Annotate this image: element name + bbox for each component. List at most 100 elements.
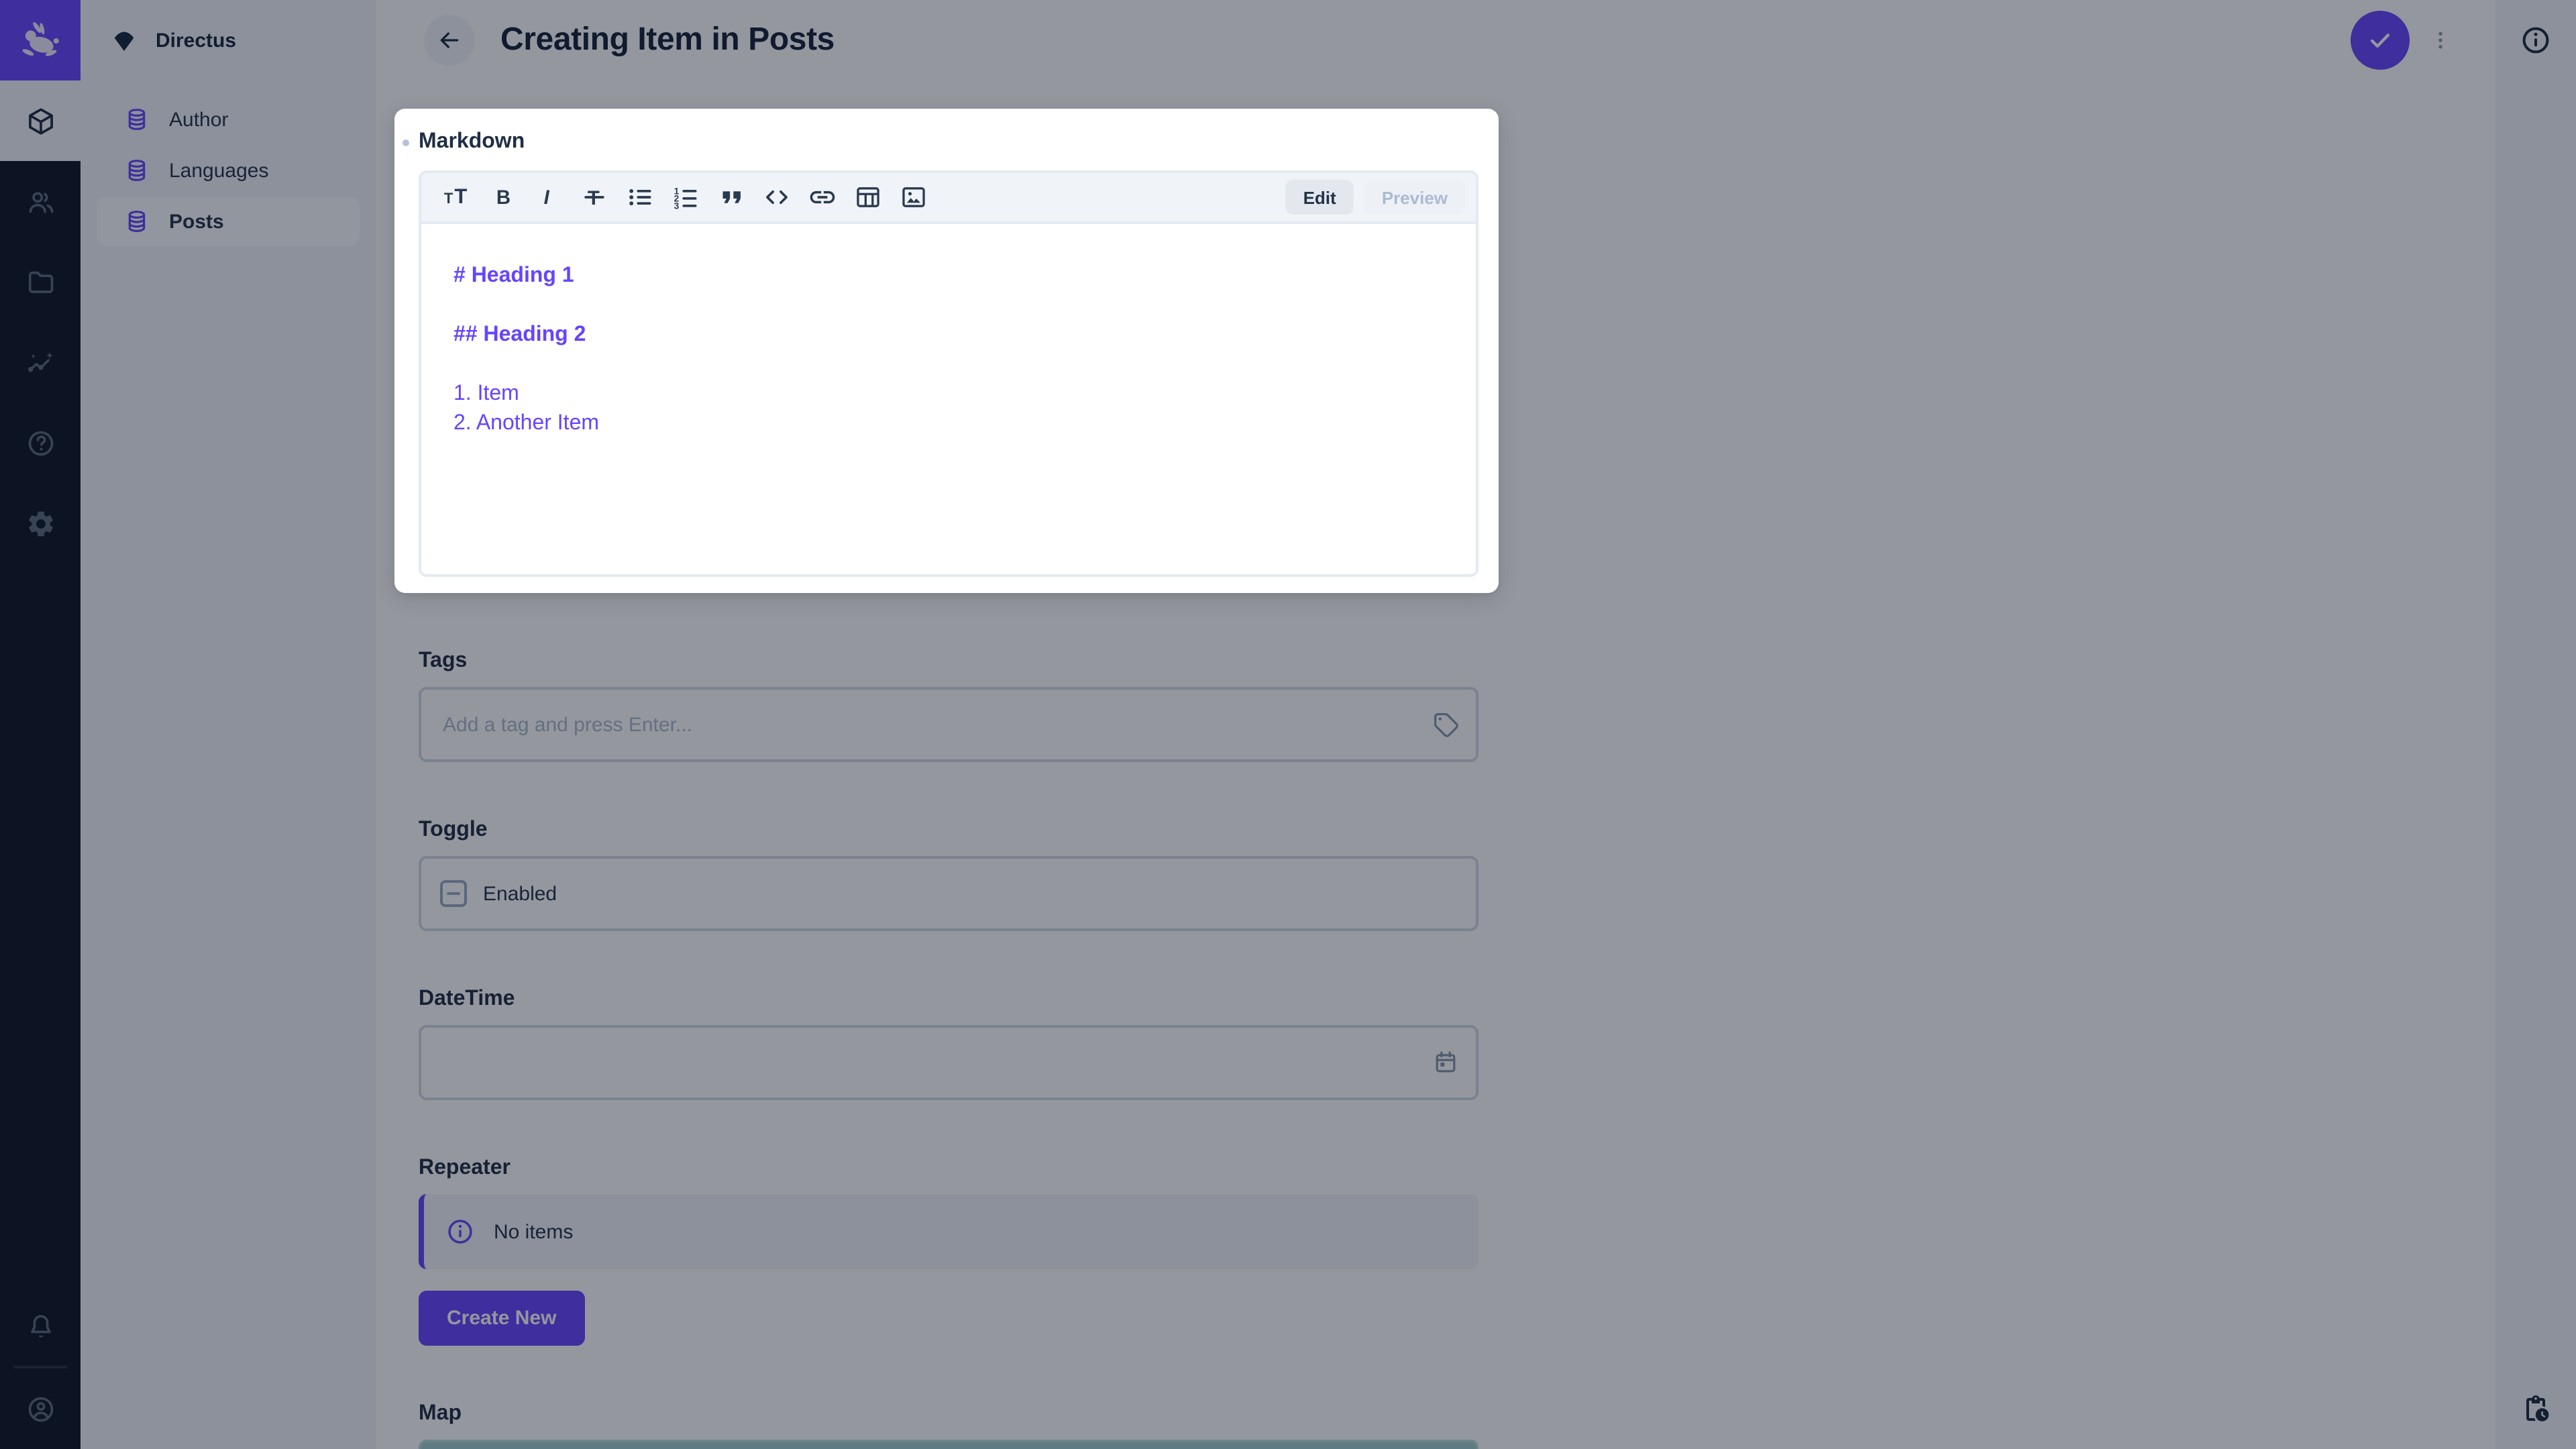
- folder-icon: [28, 270, 53, 292]
- blockquote-button[interactable]: [708, 177, 754, 217]
- field-label-datetime: DateTime: [419, 987, 515, 1010]
- tags-field: Tags: [419, 647, 1479, 762]
- account-icon: [28, 1396, 53, 1421]
- item-form: Markdown TT B I 1 2 3 Edit Preview # Hea…: [376, 80, 2496, 1449]
- database-icon: [123, 106, 150, 133]
- italic-button[interactable]: I: [526, 177, 572, 217]
- database-icon: [123, 157, 150, 184]
- sidebar-item-languages[interactable]: Languages: [97, 146, 360, 195]
- image-icon: [902, 187, 925, 207]
- tags-input[interactable]: [419, 687, 1479, 762]
- svg-text:T: T: [444, 190, 453, 207]
- sidebar-item-posts[interactable]: Posts: [97, 197, 360, 246]
- toggle-value-label: Enabled: [483, 882, 557, 905]
- numbered-list-button[interactable]: 1 2 3: [663, 177, 708, 217]
- app-root: Directus Author Languages Posts Creating…: [0, 0, 2576, 1449]
- markdown-editor-content[interactable]: # Heading 1 ## Heading 2 1. Item 2. Anot…: [421, 224, 1476, 574]
- tab-preview[interactable]: Preview: [1364, 180, 1465, 215]
- user-avatar-button[interactable]: [0, 1368, 80, 1449]
- directus-logo[interactable]: [0, 0, 80, 80]
- strikethrough-icon: T: [584, 187, 604, 209]
- code-button[interactable]: [754, 177, 800, 217]
- kebab-menu-icon: [2438, 32, 2443, 49]
- module-files[interactable]: [0, 241, 80, 322]
- repeater-empty-text: No items: [494, 1220, 574, 1243]
- svg-text:I: I: [544, 186, 550, 209]
- module-help[interactable]: [0, 402, 80, 483]
- code-icon: [766, 190, 788, 205]
- sidebar-item-label: Languages: [169, 159, 269, 182]
- info-sidebar-button[interactable]: [2508, 12, 2564, 68]
- module-content[interactable]: [0, 80, 80, 161]
- people-icon: [28, 191, 53, 213]
- box-icon: [28, 107, 52, 134]
- svg-text:T: T: [454, 184, 467, 208]
- tag-icon: [1432, 710, 1460, 739]
- settings-icon: [28, 511, 52, 536]
- markdown-field-card: Markdown TT B I 1 2 3 Edit Preview # Hea…: [394, 109, 1499, 593]
- markdown-toolbar: TT B I T: [421, 173, 1476, 224]
- header-actions: [2351, 11, 2455, 70]
- help-icon: [28, 430, 53, 455]
- module-bar-bottom: [0, 1285, 80, 1449]
- module-settings[interactable]: [0, 483, 80, 564]
- toggle-field: Toggle Enabled: [419, 816, 1479, 931]
- project-logo-icon: [114, 31, 134, 51]
- info-circle-icon: [445, 1217, 475, 1246]
- module-users[interactable]: [0, 161, 80, 241]
- image-button[interactable]: [891, 177, 936, 217]
- table-icon: [857, 187, 879, 207]
- notifications-button[interactable]: [0, 1285, 80, 1366]
- text-size-button[interactable]: TT: [435, 177, 480, 217]
- module-insights[interactable]: [0, 322, 80, 402]
- arrow-left-icon: [440, 32, 459, 48]
- bold-button[interactable]: B: [480, 177, 526, 217]
- tags-input-wrap: [419, 687, 1479, 762]
- project-switcher[interactable]: Directus: [80, 0, 376, 80]
- svg-text:3: 3: [674, 201, 680, 211]
- sidebar-item-author[interactable]: Author: [97, 95, 360, 144]
- datetime-input-wrap: [419, 1025, 1479, 1100]
- checkbox-indeterminate[interactable]: [440, 880, 467, 907]
- save-button[interactable]: [2351, 11, 2410, 70]
- field-label-map: Map: [419, 1402, 462, 1425]
- datetime-input[interactable]: [419, 1025, 1479, 1100]
- sidebar-item-label: Posts: [169, 210, 224, 233]
- markdown-line: 1. Item: [453, 382, 519, 405]
- svg-text:B: B: [496, 186, 511, 209]
- bell-icon: [30, 1314, 50, 1337]
- link-icon: [810, 191, 835, 204]
- field-edited-dot: [402, 140, 409, 146]
- field-label-toggle: Toggle: [419, 818, 488, 841]
- revisions-sidebar-button[interactable]: [2508, 1381, 2564, 1437]
- database-icon: [123, 208, 150, 235]
- calendar-icon[interactable]: [1432, 1049, 1460, 1077]
- page-title: Creating Item in Posts: [500, 21, 835, 58]
- insights-icon: [27, 351, 53, 372]
- field-label-tags: Tags: [419, 649, 468, 672]
- module-bar: [0, 0, 80, 1449]
- field-label-repeater: Repeater: [419, 1157, 511, 1179]
- info-icon: [2522, 27, 2549, 54]
- blockquote-icon: [722, 191, 741, 203]
- markdown-line: 2. Another Item: [453, 412, 600, 435]
- more-options-button[interactable]: [2426, 23, 2455, 58]
- back-button[interactable]: [424, 15, 475, 66]
- numbered-list-icon: 1 2 3: [674, 186, 697, 211]
- markdown-line: ## Heading 2: [453, 323, 586, 346]
- toggle-control[interactable]: Enabled: [419, 856, 1479, 931]
- page-header: Creating Item in Posts: [376, 0, 2496, 80]
- map-canvas[interactable]: [419, 1440, 1479, 1449]
- italic-icon: I: [544, 186, 550, 209]
- strikethrough-button[interactable]: T: [572, 177, 617, 217]
- rabbit-logo-icon: [22, 21, 59, 56]
- link-button[interactable]: [800, 177, 845, 217]
- tab-edit[interactable]: Edit: [1285, 180, 1354, 215]
- markdown-line: # Heading 1: [453, 264, 574, 287]
- repeater-field: Repeater No items Create New: [419, 1154, 1479, 1346]
- create-new-button[interactable]: Create New: [419, 1291, 585, 1346]
- bullet-list-button[interactable]: [617, 177, 663, 217]
- bullet-list-icon: [629, 189, 651, 206]
- table-button[interactable]: [845, 177, 891, 217]
- markdown-editor: TT B I T: [419, 170, 1479, 577]
